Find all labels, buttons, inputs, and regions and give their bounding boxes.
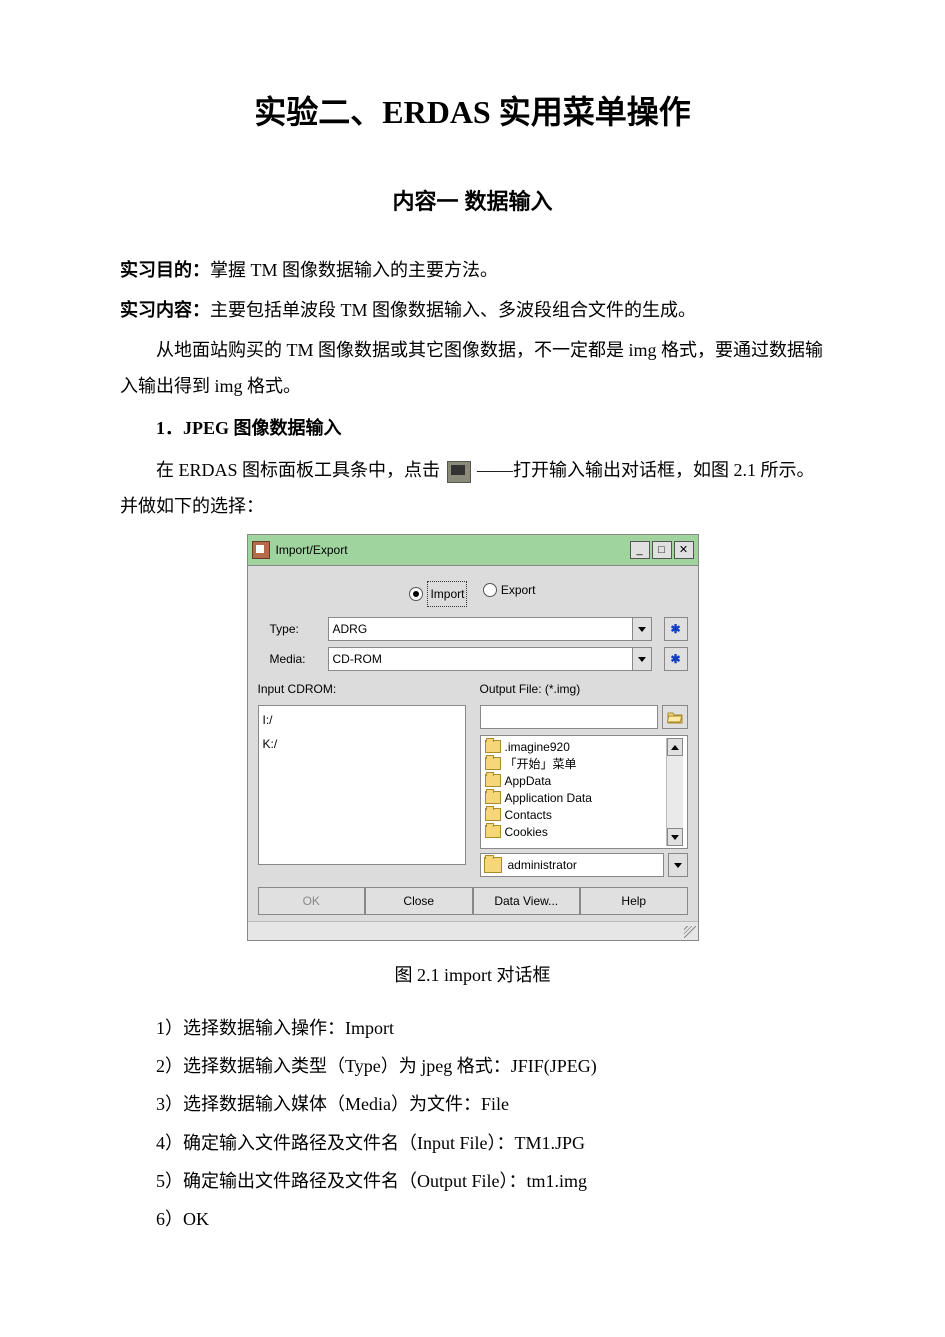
type-row: Type: ADRG ✱: [258, 617, 688, 641]
purpose-label: 实习目的：: [120, 260, 210, 280]
input-panel: Input CDROM: I:/ K:/: [258, 677, 466, 877]
dialog-figure: Import/Export _ □ ✕ Import Export: [120, 534, 825, 941]
media-row: Media: CD-ROM ✱: [258, 647, 688, 671]
purpose-text: 掌握 TM 图像数据输入的主要方法。: [210, 260, 498, 280]
content-label: 实习内容：: [120, 300, 210, 320]
mode-radio-group: Import Export: [258, 578, 688, 607]
folder-icon: [485, 808, 501, 821]
data-view-button[interactable]: Data View...: [473, 887, 581, 915]
import-export-dialog: Import/Export _ □ ✕ Import Export: [247, 534, 699, 941]
app-icon: [252, 541, 270, 559]
folder-list-inner: .imagine920 「开始」菜单 AppData Application D…: [485, 738, 662, 846]
type-dropdown-button[interactable]: [632, 617, 652, 641]
media-dropdown-button[interactable]: [632, 647, 652, 671]
type-value[interactable]: ADRG: [328, 617, 632, 641]
output-panel: Output File: (*.img): [480, 677, 688, 877]
dialog-titlebar[interactable]: Import/Export _ □ ✕: [248, 535, 698, 566]
media-value[interactable]: CD-ROM: [328, 647, 632, 671]
step-list: 1）选择数据输入操作：Import 2）选择数据输入类型（Type）为 jpeg…: [156, 1011, 825, 1236]
step-item: 5）确定输出文件路径及文件名（Output File）：tm1.img: [156, 1164, 825, 1198]
folder-icon: [485, 774, 501, 787]
folder-listbox[interactable]: .imagine920 「开始」菜单 AppData Application D…: [480, 735, 688, 849]
path-dropdown-button[interactable]: [668, 853, 688, 877]
type-star-button[interactable]: ✱: [664, 617, 688, 641]
step-item: 2）选择数据输入类型（Type）为 jpeg 格式：JFIF(JPEG): [156, 1049, 825, 1083]
output-file-row: [480, 705, 688, 729]
close-button[interactable]: Close: [365, 887, 473, 915]
output-file-input[interactable]: [480, 705, 658, 729]
close-window-button[interactable]: ✕: [674, 541, 694, 559]
import-toolbar-icon: [447, 461, 471, 483]
purpose-line: 实习目的：掌握 TM 图像数据输入的主要方法。: [120, 252, 825, 288]
media-star-button[interactable]: ✱: [664, 647, 688, 671]
export-radio-label: Export: [501, 578, 536, 602]
intro2a: 在 ERDAS 图标面板工具条中，点击: [156, 460, 440, 480]
media-label: Media:: [258, 647, 320, 671]
folder-icon: [485, 757, 501, 770]
page-title: 实验二、ERDAS 实用菜单操作: [120, 80, 825, 144]
step-item: 4）确定输入文件路径及文件名（Input File）：TM1.JPG: [156, 1126, 825, 1160]
type-label: Type:: [258, 617, 320, 641]
status-bar: [248, 921, 698, 940]
folder-icon: [485, 740, 501, 753]
step-item: 6）OK: [156, 1202, 825, 1236]
maximize-button[interactable]: □: [652, 541, 672, 559]
help-button[interactable]: Help: [580, 887, 688, 915]
file-panels: Input CDROM: I:/ K:/ Output File: (*.img…: [258, 677, 688, 877]
scroll-down-button[interactable]: [667, 828, 683, 846]
folder-name: Cookies: [505, 820, 548, 844]
type-combo[interactable]: ADRG: [328, 617, 652, 641]
folder-item[interactable]: Cookies: [485, 823, 662, 840]
media-combo[interactable]: CD-ROM: [328, 647, 652, 671]
drive-item[interactable]: K:/: [263, 732, 461, 756]
intro-para-2: 在 ERDAS 图标面板工具条中，点击 ——打开输入输出对话框，如图 2.1 所…: [120, 452, 825, 524]
radio-dot-icon: [409, 587, 423, 601]
dialog-body: Import Export Type: ADRG ✱: [248, 566, 698, 921]
folder-icon: [485, 825, 501, 838]
input-label: Input CDROM:: [258, 677, 466, 701]
folder-icon: [485, 791, 501, 804]
content-line: 实习内容：主要包括单波段 TM 图像数据输入、多波段组合文件的生成。: [120, 292, 825, 328]
page-subtitle: 内容一 数据输入: [120, 180, 825, 224]
step-item: 3）选择数据输入媒体（Media）为文件：File: [156, 1087, 825, 1121]
figure-caption: 图 2.1 import 对话框: [120, 957, 825, 993]
intro-para-1: 从地面站购买的 TM 图像数据或其它图像数据，不一定都是 img 格式，要通过数…: [120, 332, 825, 404]
dialog-title: Import/Export: [276, 538, 628, 562]
section-1-heading: 1．JPEG 图像数据输入: [120, 410, 825, 446]
path-row: administrator: [480, 853, 688, 877]
minimize-button[interactable]: _: [630, 541, 650, 559]
step-item: 1）选择数据输入操作：Import: [156, 1011, 825, 1045]
content-text: 主要包括单波段 TM 图像数据输入、多波段组合文件的生成。: [210, 300, 696, 320]
folder-scrollbar[interactable]: [666, 738, 683, 846]
path-value: administrator: [508, 853, 577, 877]
export-radio[interactable]: Export: [483, 578, 536, 602]
drive-item[interactable]: I:/: [263, 708, 461, 732]
import-radio-label: Import: [427, 581, 467, 607]
dialog-button-row: OK Close Data View... Help: [258, 887, 688, 915]
scroll-track[interactable]: [667, 756, 683, 828]
import-radio[interactable]: Import: [409, 581, 467, 607]
drive-listbox[interactable]: I:/ K:/: [258, 705, 466, 865]
radio-empty-icon: [483, 583, 497, 597]
scroll-up-button[interactable]: [667, 738, 683, 756]
open-folder-icon: [667, 710, 683, 724]
output-label: Output File: (*.img): [480, 677, 688, 701]
ok-button[interactable]: OK: [258, 887, 366, 915]
path-combo[interactable]: administrator: [480, 853, 664, 877]
open-folder-icon: [484, 857, 502, 873]
browse-button[interactable]: [662, 705, 688, 729]
